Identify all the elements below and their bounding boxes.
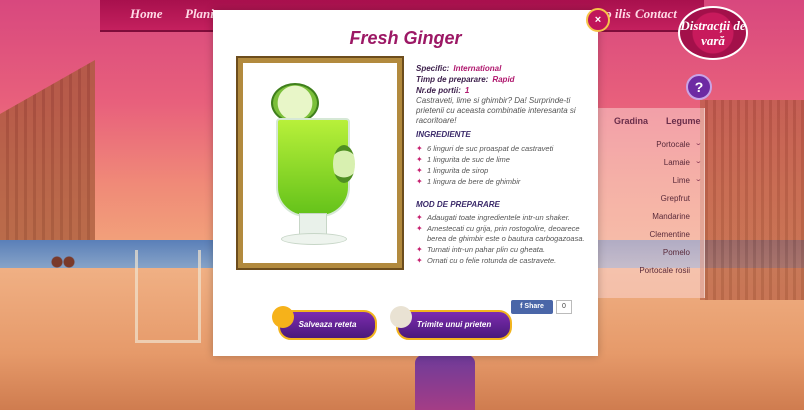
filter-item[interactable]: Portocale rosii: [639, 266, 690, 275]
filter-header-gradina[interactable]: Gradina: [614, 116, 648, 126]
facebook-share-button[interactable]: f Share: [511, 300, 553, 314]
portions-label: Nr.de portii:: [416, 86, 461, 95]
close-button[interactable]: ×: [586, 8, 610, 32]
beach-people: [48, 250, 78, 280]
method-list: Adaugati toate ingredientele intr-un sha…: [416, 213, 594, 267]
list-item: 6 linguri de suc proaspat de castraveti: [416, 144, 594, 154]
help-icon[interactable]: ?: [686, 74, 712, 100]
cocktail-icon: [272, 306, 294, 328]
filter-item[interactable]: Lime: [673, 176, 690, 185]
specific-value: International: [453, 64, 502, 73]
filter-item[interactable]: Lamaie: [664, 158, 690, 167]
filter-item[interactable]: Mandarine: [652, 212, 690, 221]
filter-header-legume[interactable]: Legume: [666, 116, 701, 126]
send-friend-button[interactable]: Trimite unui prieten: [390, 306, 512, 340]
cucumber-inside-image: [333, 145, 355, 183]
prep-label: Timp de preparare:: [416, 75, 489, 84]
recipe-meta: Specific: International Timp de preparare…: [416, 63, 515, 96]
recipe-description: Castraveti, lime si ghimbir? Da! Surprin…: [416, 96, 576, 125]
list-item: Ornati cu o felie rotunda de castravete.: [416, 256, 594, 266]
list-item: Amestecati cu grija, prin rostogolire, d…: [416, 224, 594, 244]
cucumber-slice-image: [271, 83, 319, 123]
method-heading: MOD DE PREPARARE: [416, 200, 500, 209]
nav-contact[interactable]: Contact: [635, 6, 677, 22]
list-item: Turnati intr-un pahar plin cu gheata.: [416, 245, 594, 255]
chevron-down-icon[interactable]: ⌄: [694, 140, 702, 148]
list-item: 1 lingurita de suc de lime: [416, 155, 594, 165]
filter-item[interactable]: Grepfrut: [661, 194, 690, 203]
save-recipe-button[interactable]: Salveaza reteta: [272, 306, 377, 340]
list-item: Adaugati toate ingredientele intr-un sha…: [416, 213, 594, 223]
portions-value: 1: [464, 86, 470, 95]
filter-item[interactable]: Clementine: [650, 230, 690, 239]
prep-value: Rapid: [492, 75, 515, 84]
list-item: 1 lingurita de sirop: [416, 166, 594, 176]
recipe-photo: [236, 56, 404, 270]
coconut-icon: [390, 306, 412, 328]
recipe-title: Fresh Ginger: [349, 28, 462, 48]
filter-item[interactable]: Pomelo: [663, 248, 690, 257]
chevron-down-icon[interactable]: ⌄: [694, 158, 702, 166]
beach-hut-left: [0, 60, 95, 240]
nav-home[interactable]: Home: [130, 6, 163, 22]
share-count: 0: [556, 300, 572, 314]
tiki-decoration: [415, 355, 475, 410]
ingredients-list: 6 linguri de suc proaspat de castraveti …: [416, 144, 594, 188]
filter-item[interactable]: Portocale: [656, 140, 690, 149]
recipe-modal: Fresh Ginger Specific: International Timp…: [213, 10, 598, 356]
distractii-badge[interactable]: Distracții de vară: [678, 6, 748, 60]
share-label: Share: [524, 303, 544, 310]
ingredients-heading: INGREDIENTE: [416, 130, 471, 139]
send-friend-label: Trimite unui prieten: [416, 320, 492, 329]
glass-foot-image: [281, 233, 347, 245]
filter-panel: Gradina Legume Portocale ⌄ Lamaie ⌄ Lime…: [582, 108, 705, 298]
beach-hut-right: [700, 100, 804, 300]
chevron-down-icon[interactable]: ⌄: [694, 176, 702, 184]
save-recipe-label: Salveaza reteta: [298, 320, 357, 329]
beach-chair: [135, 250, 201, 343]
list-item: 1 lingura de bere de ghimbir: [416, 177, 594, 187]
specific-label: Specific:: [416, 64, 450, 73]
